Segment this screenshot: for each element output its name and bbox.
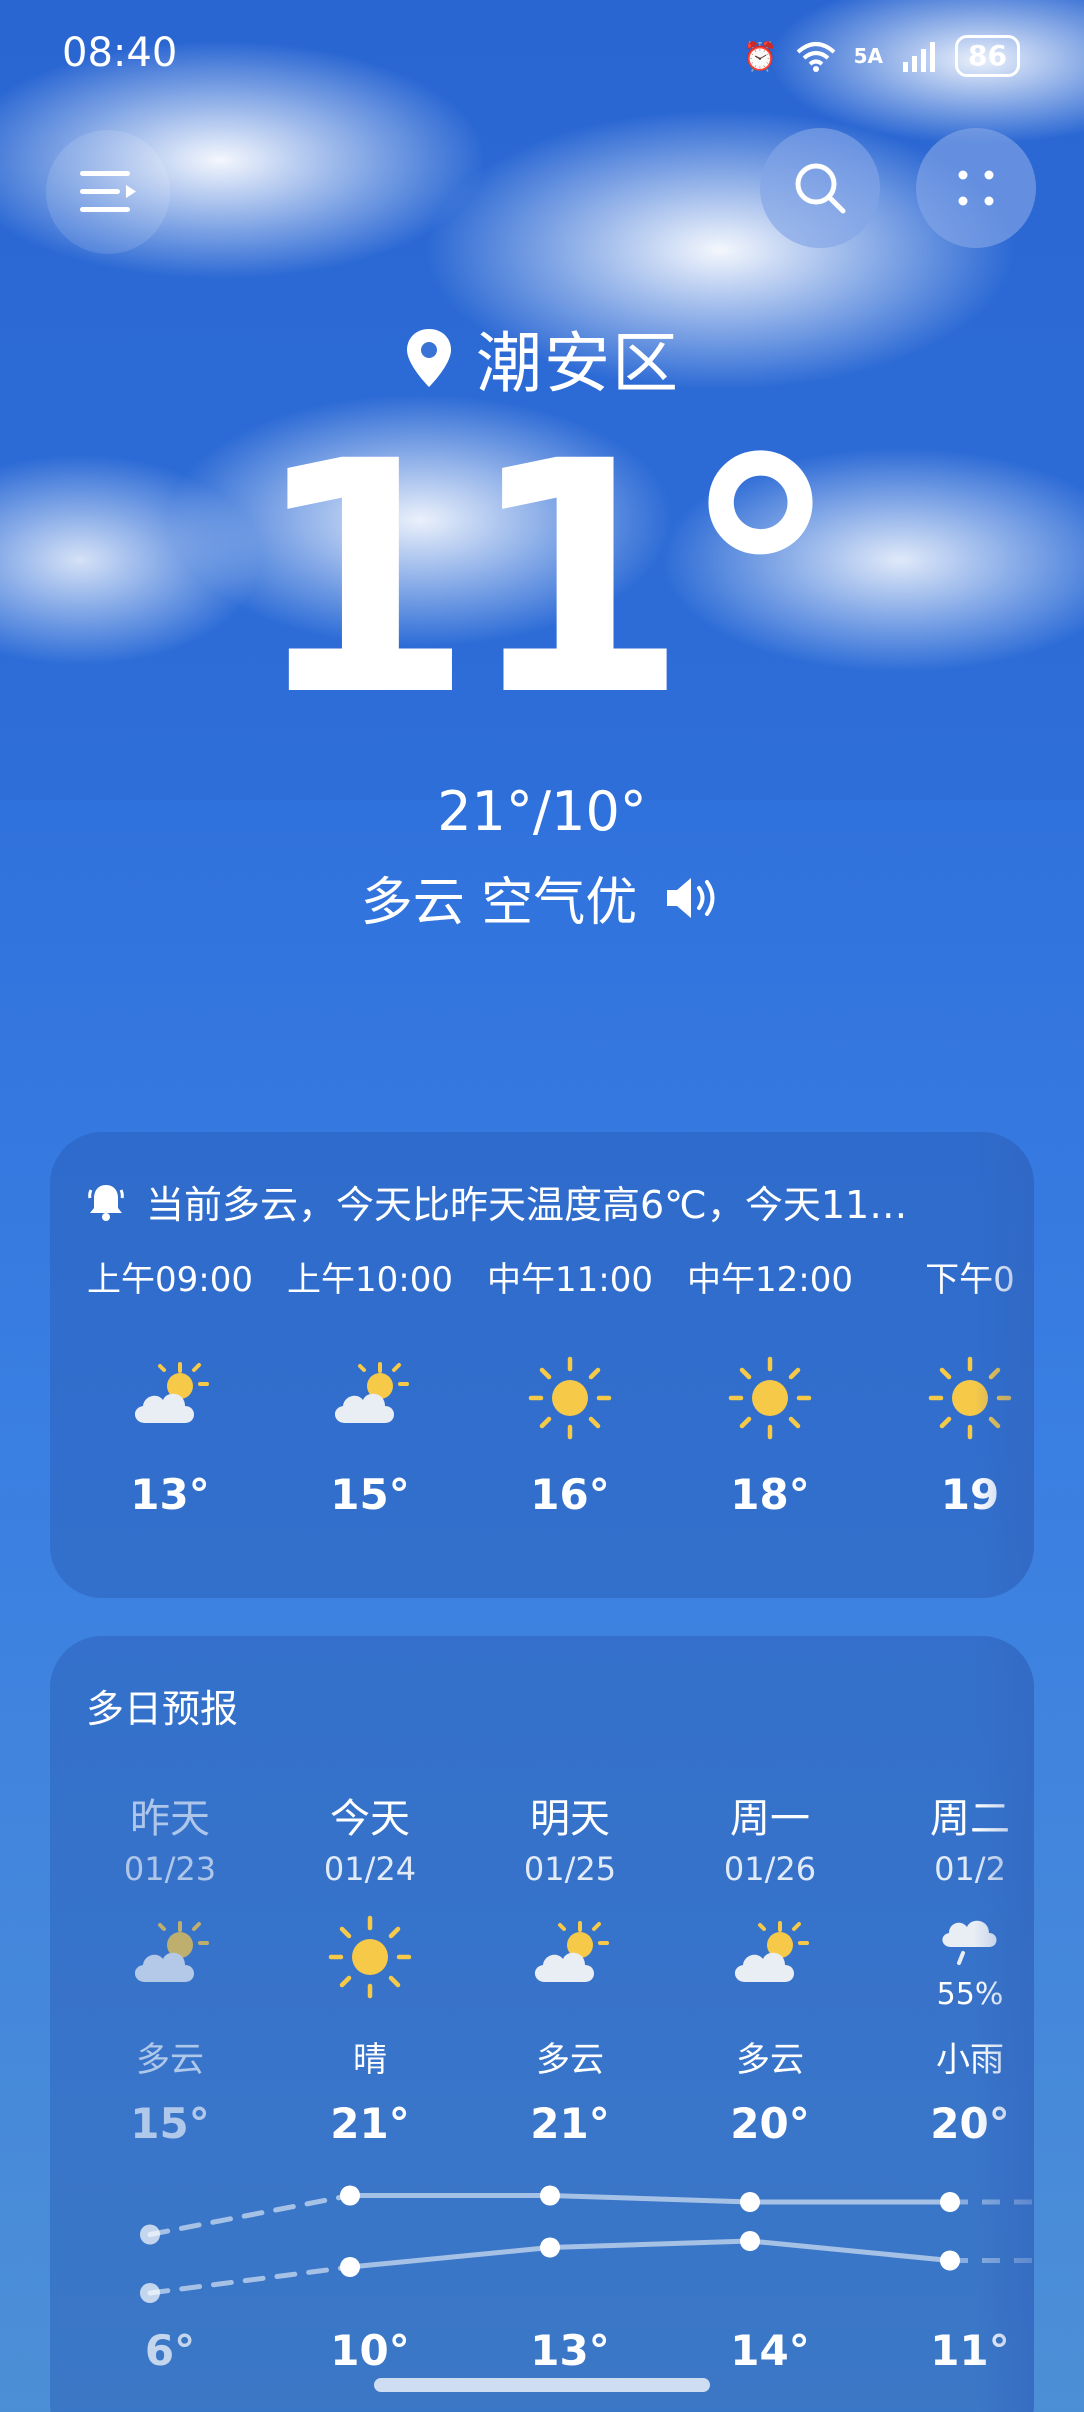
partly-cloudy-icon	[670, 1902, 870, 2012]
apps-button[interactable]	[916, 128, 1036, 248]
high-temp-segment	[547, 2193, 753, 2205]
day-date: 01/25	[523, 1850, 617, 1888]
daily-forecast-card[interactable]: 多日预报 昨天 01/23 多云 15° 今天 01/24 晴 21° 明天 0…	[50, 1636, 1034, 2412]
partly-cloudy-icon	[70, 1902, 270, 2012]
day-low-item: 13°	[470, 2326, 670, 2375]
daily-title: 多日预报	[86, 1687, 239, 1731]
low-temp-segment	[147, 2264, 353, 2296]
search-button[interactable]	[760, 128, 880, 248]
day-item[interactable]: 昨天 01/23 多云 15°	[70, 1786, 270, 2148]
condition-line: 多云 空气优	[0, 860, 1084, 935]
sunny-icon	[670, 1338, 870, 1458]
bell-icon	[88, 1184, 124, 1221]
hour-time: 中午12:00	[687, 1260, 853, 1300]
day-date: 01/24	[323, 1850, 417, 1888]
current-temperature: 11°	[251, 394, 840, 766]
speaker-icon[interactable]	[663, 873, 723, 923]
home-indicator[interactable]	[374, 2378, 710, 2392]
partly-cloudy-icon	[470, 1902, 670, 2012]
high-temp-point	[940, 2192, 960, 2212]
low-temp-point	[740, 2231, 760, 2251]
location-pin-icon	[407, 329, 451, 387]
menu-icon	[80, 171, 136, 212]
day-date: 01/26	[723, 1850, 817, 1888]
day-low: 10°	[330, 2326, 410, 2375]
high-low-temperature: 21°/10°	[437, 780, 647, 843]
low-temp-point	[340, 2257, 360, 2277]
battery-indicator: 86	[955, 35, 1020, 77]
location-name: 潮安区	[476, 325, 680, 402]
alarm-icon: ⏰	[742, 39, 778, 73]
day-low: 13°	[530, 2326, 610, 2375]
day-high: 20°	[730, 2099, 810, 2148]
day-high: 21°	[330, 2099, 410, 2148]
low-temp-point	[540, 2237, 560, 2258]
hour-item: 中午12:00 18°	[670, 1252, 870, 1519]
menu-button[interactable]	[46, 130, 170, 254]
hour-temp: 13°	[130, 1470, 210, 1519]
day-low-item: 14°	[670, 2326, 870, 2375]
day-condition: 多云	[136, 2040, 204, 2080]
day-low-item: 6°	[70, 2326, 270, 2375]
condition-text: 多云 空气优	[360, 873, 638, 933]
hour-item: 上午09:00 13°	[70, 1252, 270, 1519]
hour-temp: 15°	[330, 1470, 410, 1519]
hourly-list[interactable]: 上午09:00 13° 上午10:00 15° 中午11:00 16° 中午12…	[70, 1252, 1030, 1519]
partly-cloudy-icon	[270, 1338, 470, 1458]
high-temp-point	[540, 2185, 560, 2206]
wifi-icon	[796, 42, 835, 72]
daily-list[interactable]: 昨天 01/23 多云 15° 今天 01/24 晴 21° 明天 01/25 …	[70, 1786, 1030, 2148]
hour-item: 上午10:00 15°	[270, 1252, 470, 1519]
daily-lows: 6° 10° 13° 14° 11°	[70, 2326, 1030, 2375]
scroll-fade	[974, 1132, 1034, 1598]
search-icon	[795, 163, 846, 214]
weather-alert[interactable]: 当前多云，今天比昨天温度高6℃，今天11…	[88, 1174, 1008, 1229]
low-temp-segment	[547, 2238, 753, 2250]
location-header[interactable]: 潮安区	[0, 310, 1084, 406]
high-temp-segment	[147, 2193, 353, 2237]
hour-temp: 16°	[530, 1470, 610, 1519]
partly-cloudy-icon	[70, 1338, 270, 1458]
day-low: 14°	[730, 2326, 810, 2375]
day-name: 周一	[730, 1796, 810, 1842]
low-temp-segment	[347, 2245, 553, 2270]
network-label: 5A	[853, 44, 884, 68]
high-temp-point	[740, 2192, 760, 2212]
grid-dots-icon	[958, 170, 994, 206]
day-item[interactable]: 周一 01/26 多云 20°	[670, 1786, 870, 2148]
day-name: 明天	[530, 1796, 610, 1842]
hourly-forecast-card[interactable]: 当前多云，今天比昨天温度高6℃，今天11… 上午09:00 13° 上午10:0…	[50, 1132, 1034, 1598]
high-temp-point	[140, 2224, 160, 2245]
day-high: 21°	[530, 2099, 610, 2148]
day-low-item: 10°	[270, 2326, 470, 2375]
hour-time: 上午09:00	[87, 1260, 253, 1300]
day-name: 昨天	[130, 1796, 210, 1842]
signal-icon	[903, 42, 936, 72]
hour-temp: 18°	[730, 1470, 810, 1519]
hour-time: 上午10:00	[287, 1260, 453, 1300]
sunny-icon	[270, 1902, 470, 2012]
day-date: 01/23	[123, 1850, 217, 1888]
day-name: 今天	[330, 1796, 410, 1842]
low-temp-point	[940, 2250, 960, 2271]
high-temp-point	[340, 2185, 360, 2206]
day-item[interactable]: 今天 01/24 晴 21°	[270, 1786, 470, 2148]
low-temp-segment	[747, 2238, 953, 2263]
day-condition: 多云	[536, 2040, 604, 2080]
day-condition: 晴	[353, 2040, 387, 2080]
hour-time: 中午11:00	[487, 1260, 653, 1300]
status-icons: ⏰ 5A 86	[743, 30, 1020, 82]
scroll-fade	[974, 1636, 1034, 2412]
day-low: 6°	[144, 2326, 196, 2375]
day-condition: 多云	[736, 2040, 804, 2080]
status-time: 08:40	[62, 30, 178, 76]
temperature-trend-chart	[140, 2185, 1034, 2303]
low-temp-point	[140, 2283, 160, 2303]
day-item[interactable]: 明天 01/25 多云 21°	[470, 1786, 670, 2148]
day-high: 15°	[130, 2099, 210, 2148]
sunny-icon	[470, 1338, 670, 1458]
alert-text: 当前多云，今天比昨天温度高6℃，今天11…	[146, 1183, 908, 1227]
hour-item: 中午11:00 16°	[470, 1252, 670, 1519]
